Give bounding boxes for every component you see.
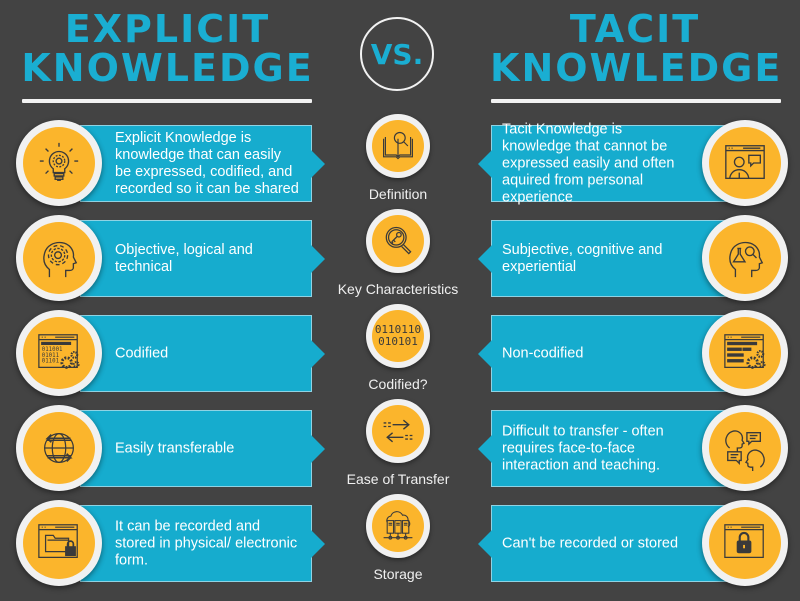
explicit-description: Easily transferable — [115, 440, 235, 456]
tacit-callout: Can't be recorded or stored — [478, 505, 731, 582]
code-window-gears-icon: 011001 01011 01101 — [38, 334, 80, 369]
category-label-definition: Definition — [368, 186, 428, 202]
tacit-description: Difficult to transfer - often requires f… — [502, 423, 664, 473]
tacit-icon-badge — [702, 120, 788, 206]
ease-of-transfer-icon-badge — [366, 399, 430, 463]
comparison-row-ease-of-transfer: Easily transferable Ease of Transfer Dif… — [0, 397, 800, 492]
category-label-ease-of-transfer: Ease of Transfer — [346, 471, 450, 487]
comparison-row-key-characteristics: Objective, logical and technical Key Cha… — [0, 207, 800, 302]
explicit-icon-badge — [16, 215, 102, 301]
tacit-callout: Tacit Knowledge is knowledge that cannot… — [478, 121, 731, 205]
tacit-icon-badge — [702, 405, 788, 491]
globe-arrows-icon — [44, 433, 74, 463]
tacit-icon-badge — [702, 500, 788, 586]
tacit-title-underline — [491, 99, 781, 103]
explicit-knowledge-title: EXPLICIT KNOWLEDGE — [20, 10, 315, 88]
tacit-description: Can't be recorded or stored — [502, 535, 679, 551]
tacit-title-line2: KNOWLEDGE — [490, 46, 783, 90]
tacit-callout: Non-codified — [478, 315, 731, 392]
comparison-row-storage: It can be recorded and stored in physica… — [0, 492, 800, 587]
cloud-servers-icon — [383, 511, 413, 540]
explicit-icon-badge: 011001 01011 01101 — [16, 310, 102, 396]
explicit-callout: Easily transferable — [80, 410, 325, 487]
explicit-description: Objective, logical and technical — [115, 241, 253, 275]
person-screen-chat-icon — [725, 145, 765, 180]
storage-icon-badge — [366, 494, 430, 558]
text-window-gears-icon — [724, 334, 766, 369]
explicit-title-line2: KNOWLEDGE — [21, 46, 314, 90]
book-magnifier-icon — [383, 131, 413, 160]
tacit-callout: Subjective, cognitive and experiential — [478, 220, 731, 297]
comparison-row-definition: Explicit Knowledge is knowledge that can… — [0, 112, 800, 207]
explicit-title-line1: EXPLICIT — [64, 7, 271, 51]
tacit-title-line1: TACIT — [569, 7, 701, 51]
explicit-description: It can be recorded and stored in physica… — [115, 518, 298, 568]
tacit-description: Subjective, cognitive and experiential — [502, 241, 663, 275]
tacit-callout: Difficult to transfer - often requires f… — [478, 410, 731, 487]
tacit-icon-badge — [702, 215, 788, 301]
tacit-description: Tacit Knowledge is knowledge that cannot… — [502, 121, 675, 205]
explicit-icon-badge — [16, 500, 102, 586]
category-label-storage: Storage — [373, 566, 423, 582]
vs-badge: VS. — [360, 17, 434, 91]
tacit-knowledge-title: TACIT KNOWLEDGE — [490, 10, 780, 88]
heads-conversation-icon — [725, 430, 765, 471]
lightbulb-gear-icon — [39, 142, 79, 181]
explicit-description: Explicit Knowledge is knowledge that can… — [115, 129, 299, 197]
binary-code-icon: 0110110 010101 — [375, 324, 421, 348]
vs-label: VS. — [370, 37, 424, 71]
head-flask-icon — [729, 241, 764, 278]
window-lock-icon — [724, 524, 764, 558]
key-magnifier-icon — [385, 226, 412, 255]
explicit-callout: Codified — [80, 315, 325, 392]
tacit-description: Non-codified — [502, 345, 584, 361]
svg-text:01101: 01101 — [42, 359, 60, 365]
folder-lock-window-icon — [38, 524, 78, 558]
definition-icon-badge — [366, 114, 430, 178]
binary-line-2: 010101 — [378, 335, 418, 348]
head-gear-icon — [43, 241, 78, 278]
transfer-arrows-icon — [383, 419, 413, 443]
explicit-callout: Explicit Knowledge is knowledge that can… — [80, 125, 325, 202]
explicit-title-underline — [22, 99, 312, 103]
category-label-codified: Codified? — [368, 376, 428, 392]
explicit-description: Codified — [115, 345, 169, 361]
codified-icon-badge: 0110110 010101 — [366, 304, 430, 368]
key-characteristics-icon-badge — [366, 209, 430, 273]
explicit-callout: Objective, logical and technical — [80, 220, 325, 297]
explicit-icon-badge — [16, 405, 102, 491]
explicit-callout: It can be recorded and stored in physica… — [80, 505, 325, 582]
explicit-icon-badge — [16, 120, 102, 206]
category-label-key-characteristics: Key Characteristics — [337, 281, 459, 297]
tacit-icon-badge — [702, 310, 788, 396]
comparison-row-codified: Codified 011001 01011 01101 0110110 0101… — [0, 302, 800, 397]
